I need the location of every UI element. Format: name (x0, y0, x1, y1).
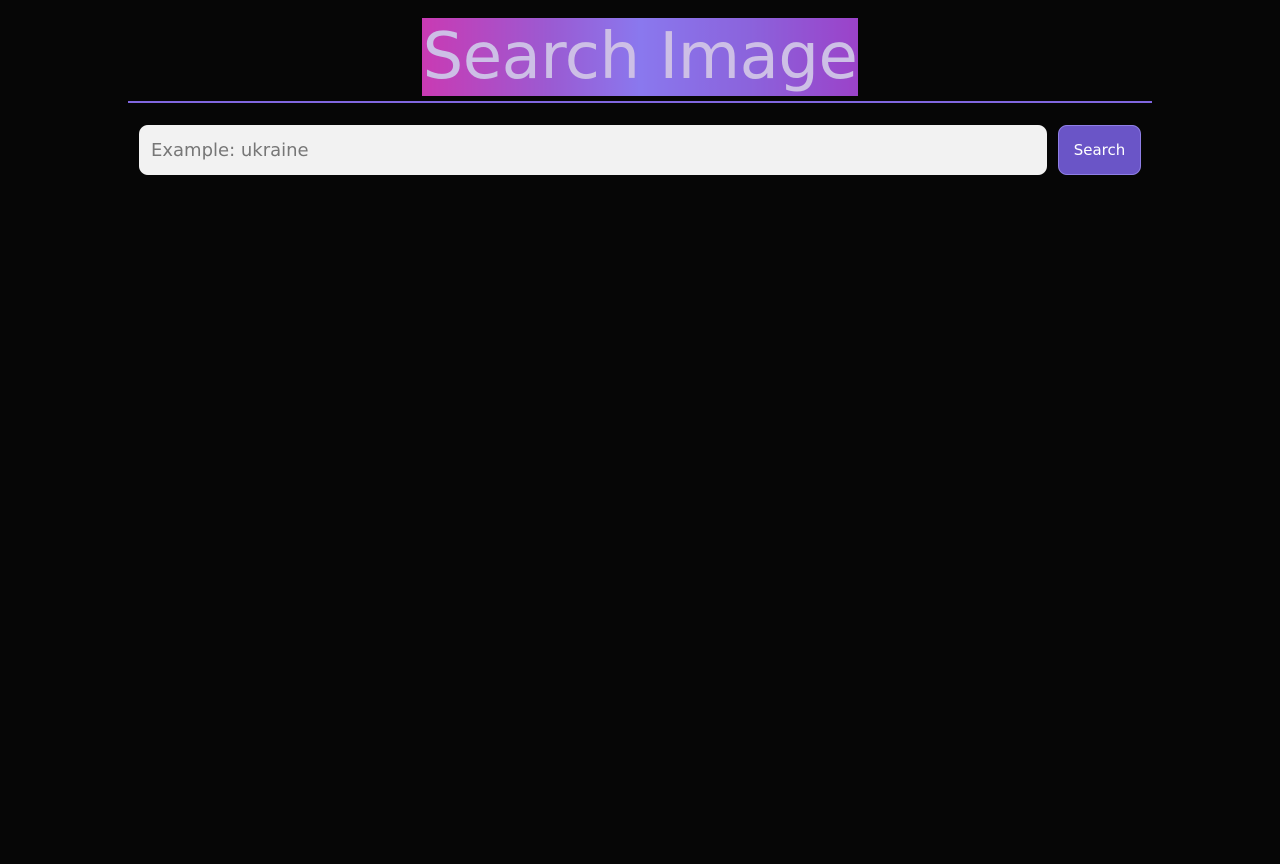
header-divider (128, 101, 1152, 103)
page: Search Image Search (0, 0, 1280, 864)
search-button[interactable]: Search (1058, 125, 1141, 175)
header: Search Image (0, 0, 1280, 139)
page-title: Search Image (421, 18, 859, 96)
search-input[interactable] (139, 125, 1047, 175)
